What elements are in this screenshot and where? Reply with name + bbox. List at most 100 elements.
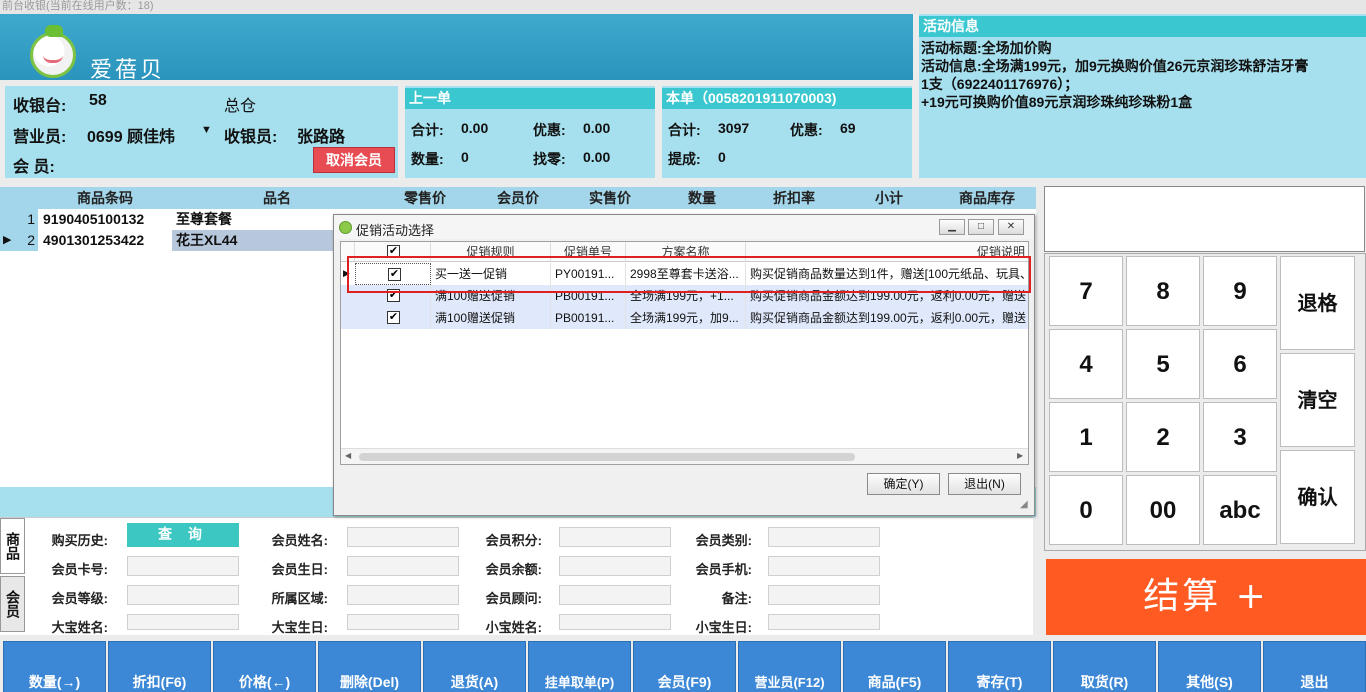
- key-3[interactable]: 3: [1203, 402, 1277, 472]
- toolbar-goods-button[interactable]: 商品(F5): [843, 641, 946, 692]
- member-birthday-field[interactable]: [347, 556, 459, 576]
- warehouse-value: 总仓: [224, 98, 257, 115]
- big-baby-name-field[interactable]: [127, 614, 239, 630]
- toolbar-quantity-button[interactable]: 数量(→): [3, 641, 106, 692]
- prev-total-value: 0.00: [461, 120, 489, 136]
- toolbar-other-button[interactable]: 其他(S): [1158, 641, 1261, 692]
- col-discount-rate[interactable]: 折扣率: [748, 187, 840, 209]
- col-member-price[interactable]: 会员价: [472, 187, 564, 209]
- member-birthday-label: 会员生日:: [271, 562, 328, 577]
- cashier-value: 张路路: [297, 129, 346, 146]
- member-region-label: 所属区域:: [271, 591, 328, 606]
- row-barcode: 9190405100132: [43, 211, 145, 227]
- brand-name: 爱蓓贝: [90, 58, 166, 83]
- toolbar-return-button[interactable]: 退货(A): [423, 641, 526, 692]
- key-abc[interactable]: abc: [1203, 475, 1277, 545]
- chevron-down-icon[interactable]: ▼: [201, 124, 212, 136]
- tab-goods[interactable]: 商品: [0, 518, 25, 574]
- dialog-ok-button[interactable]: 确定(Y): [867, 473, 940, 495]
- big-baby-birthday-field[interactable]: [347, 614, 459, 630]
- toolbar-pickup-button[interactable]: 取货(R): [1053, 641, 1156, 692]
- key-7[interactable]: 7: [1049, 256, 1123, 326]
- toolbar-price-button[interactable]: 价格(←): [213, 641, 316, 692]
- maximize-icon[interactable]: □: [968, 219, 994, 235]
- member-advisor-label: 会员顾问:: [485, 591, 542, 606]
- salesperson-value[interactable]: 0699 顾佳炜: [87, 123, 175, 147]
- cur-discount-value: 69: [840, 120, 856, 136]
- scrollbar-thumb[interactable]: [359, 453, 855, 461]
- activity-title-line: 活动标题:全场加价购: [921, 40, 1052, 56]
- member-points-field[interactable]: [559, 527, 671, 547]
- confirm-button[interactable]: 确认: [1280, 450, 1355, 544]
- bottom-toolbar: 数量(→) 折扣(F6) 价格(←) 删除(Del) 退货(A) 挂单取单(P)…: [0, 638, 1366, 692]
- col-quantity[interactable]: 数量: [656, 187, 748, 209]
- cancel-member-button[interactable]: 取消会员: [313, 147, 395, 173]
- prev-total-label: 合计:: [411, 122, 444, 138]
- member-name-field[interactable]: [347, 527, 459, 547]
- toolbar-hold-order-button[interactable]: 挂单取单(P): [528, 641, 631, 692]
- rule-cell: 满100赠送促销: [431, 307, 551, 329]
- cur-total-value: 3097: [718, 120, 750, 136]
- backspace-button[interactable]: 退格: [1280, 256, 1355, 350]
- description-cell: 购买促销商品金额达到199.00元，返利0.00元，赠送: [746, 307, 1028, 329]
- member-level-field[interactable]: [127, 585, 239, 605]
- resize-grip-icon[interactable]: ◢: [1020, 499, 1028, 510]
- member-region-field[interactable]: [347, 585, 459, 605]
- activity-info-line-3: +19元可换购价值89元京润珍珠纯珍珠粉1盒: [921, 94, 1193, 110]
- dialog-title-bar[interactable]: 促销活动选择 ▁ □ ✕: [334, 215, 1034, 239]
- checkout-button[interactable]: 结算 +: [1046, 559, 1366, 635]
- activity-header: 活动信息: [919, 16, 1366, 37]
- small-baby-name-label: 小宝姓名:: [485, 620, 542, 635]
- member-balance-field[interactable]: [559, 556, 671, 576]
- toolbar-salesperson-button[interactable]: 营业员(F12): [738, 641, 841, 692]
- minimize-icon[interactable]: ▁: [939, 219, 965, 235]
- key-0[interactable]: 0: [1049, 475, 1123, 545]
- row-checkbox[interactable]: ✔: [387, 311, 400, 324]
- col-subtotal[interactable]: 小计: [840, 187, 938, 209]
- small-baby-name-field[interactable]: [559, 614, 671, 630]
- member-card-field[interactable]: [127, 556, 239, 576]
- input-display[interactable]: [1044, 186, 1365, 252]
- activity-panel: 活动信息 活动标题:全场加价购 活动信息:全场满199元，加9元换购价值26元京…: [919, 14, 1366, 178]
- highlight-box: [347, 256, 1031, 293]
- member-advisor-field[interactable]: [559, 585, 671, 605]
- clear-button[interactable]: 清空: [1280, 353, 1355, 447]
- tab-member[interactable]: 会员: [0, 576, 25, 632]
- key-8[interactable]: 8: [1126, 256, 1200, 326]
- select-cell[interactable]: ✔: [355, 307, 431, 329]
- key-9[interactable]: 9: [1203, 256, 1277, 326]
- horizontal-scrollbar[interactable]: ◀ ▶: [341, 448, 1028, 464]
- col-stock[interactable]: 商品库存: [938, 187, 1036, 209]
- scroll-left-icon[interactable]: ◀: [345, 451, 351, 460]
- dialog-exit-button[interactable]: 退出(N): [948, 473, 1021, 495]
- scroll-right-icon[interactable]: ▶: [1017, 451, 1023, 460]
- member-remark-label: 备注:: [721, 591, 752, 606]
- query-button[interactable]: 查 询: [127, 523, 239, 547]
- member-remark-field[interactable]: [768, 585, 880, 605]
- row-number: 1: [0, 209, 38, 230]
- small-baby-birthday-field[interactable]: [768, 614, 880, 630]
- col-name[interactable]: 品名: [172, 187, 382, 209]
- salesperson-label: 营业员:: [13, 129, 67, 146]
- toolbar-member-button[interactable]: 会员(F9): [633, 641, 736, 692]
- close-icon[interactable]: ✕: [998, 219, 1024, 235]
- col-retail-price[interactable]: 零售价: [380, 187, 470, 209]
- toolbar-deposit-button[interactable]: 寄存(T): [948, 641, 1051, 692]
- key-5[interactable]: 5: [1126, 329, 1200, 399]
- previous-order-header: 上一单: [405, 88, 655, 109]
- key-1[interactable]: 1: [1049, 402, 1123, 472]
- key-2[interactable]: 2: [1126, 402, 1200, 472]
- key-6[interactable]: 6: [1203, 329, 1277, 399]
- member-phone-field[interactable]: [768, 556, 880, 576]
- key-4[interactable]: 4: [1049, 329, 1123, 399]
- col-barcode[interactable]: 商品条码: [40, 187, 170, 209]
- toolbar-exit-button[interactable]: 退出: [1263, 641, 1366, 692]
- key-00[interactable]: 00: [1126, 475, 1200, 545]
- toolbar-discount-button[interactable]: 折扣(F6): [108, 641, 211, 692]
- toolbar-delete-button[interactable]: 删除(Del): [318, 641, 421, 692]
- promotion-row[interactable]: ✔ 满100赠送促销 PB00191... 全场满199元，加9... 购买促销…: [341, 307, 1028, 329]
- member-category-field[interactable]: [768, 527, 880, 547]
- col-actual-price[interactable]: 实售价: [564, 187, 656, 209]
- big-baby-birthday-label: 大宝生日:: [271, 620, 328, 635]
- prev-qty-value: 0: [461, 149, 469, 165]
